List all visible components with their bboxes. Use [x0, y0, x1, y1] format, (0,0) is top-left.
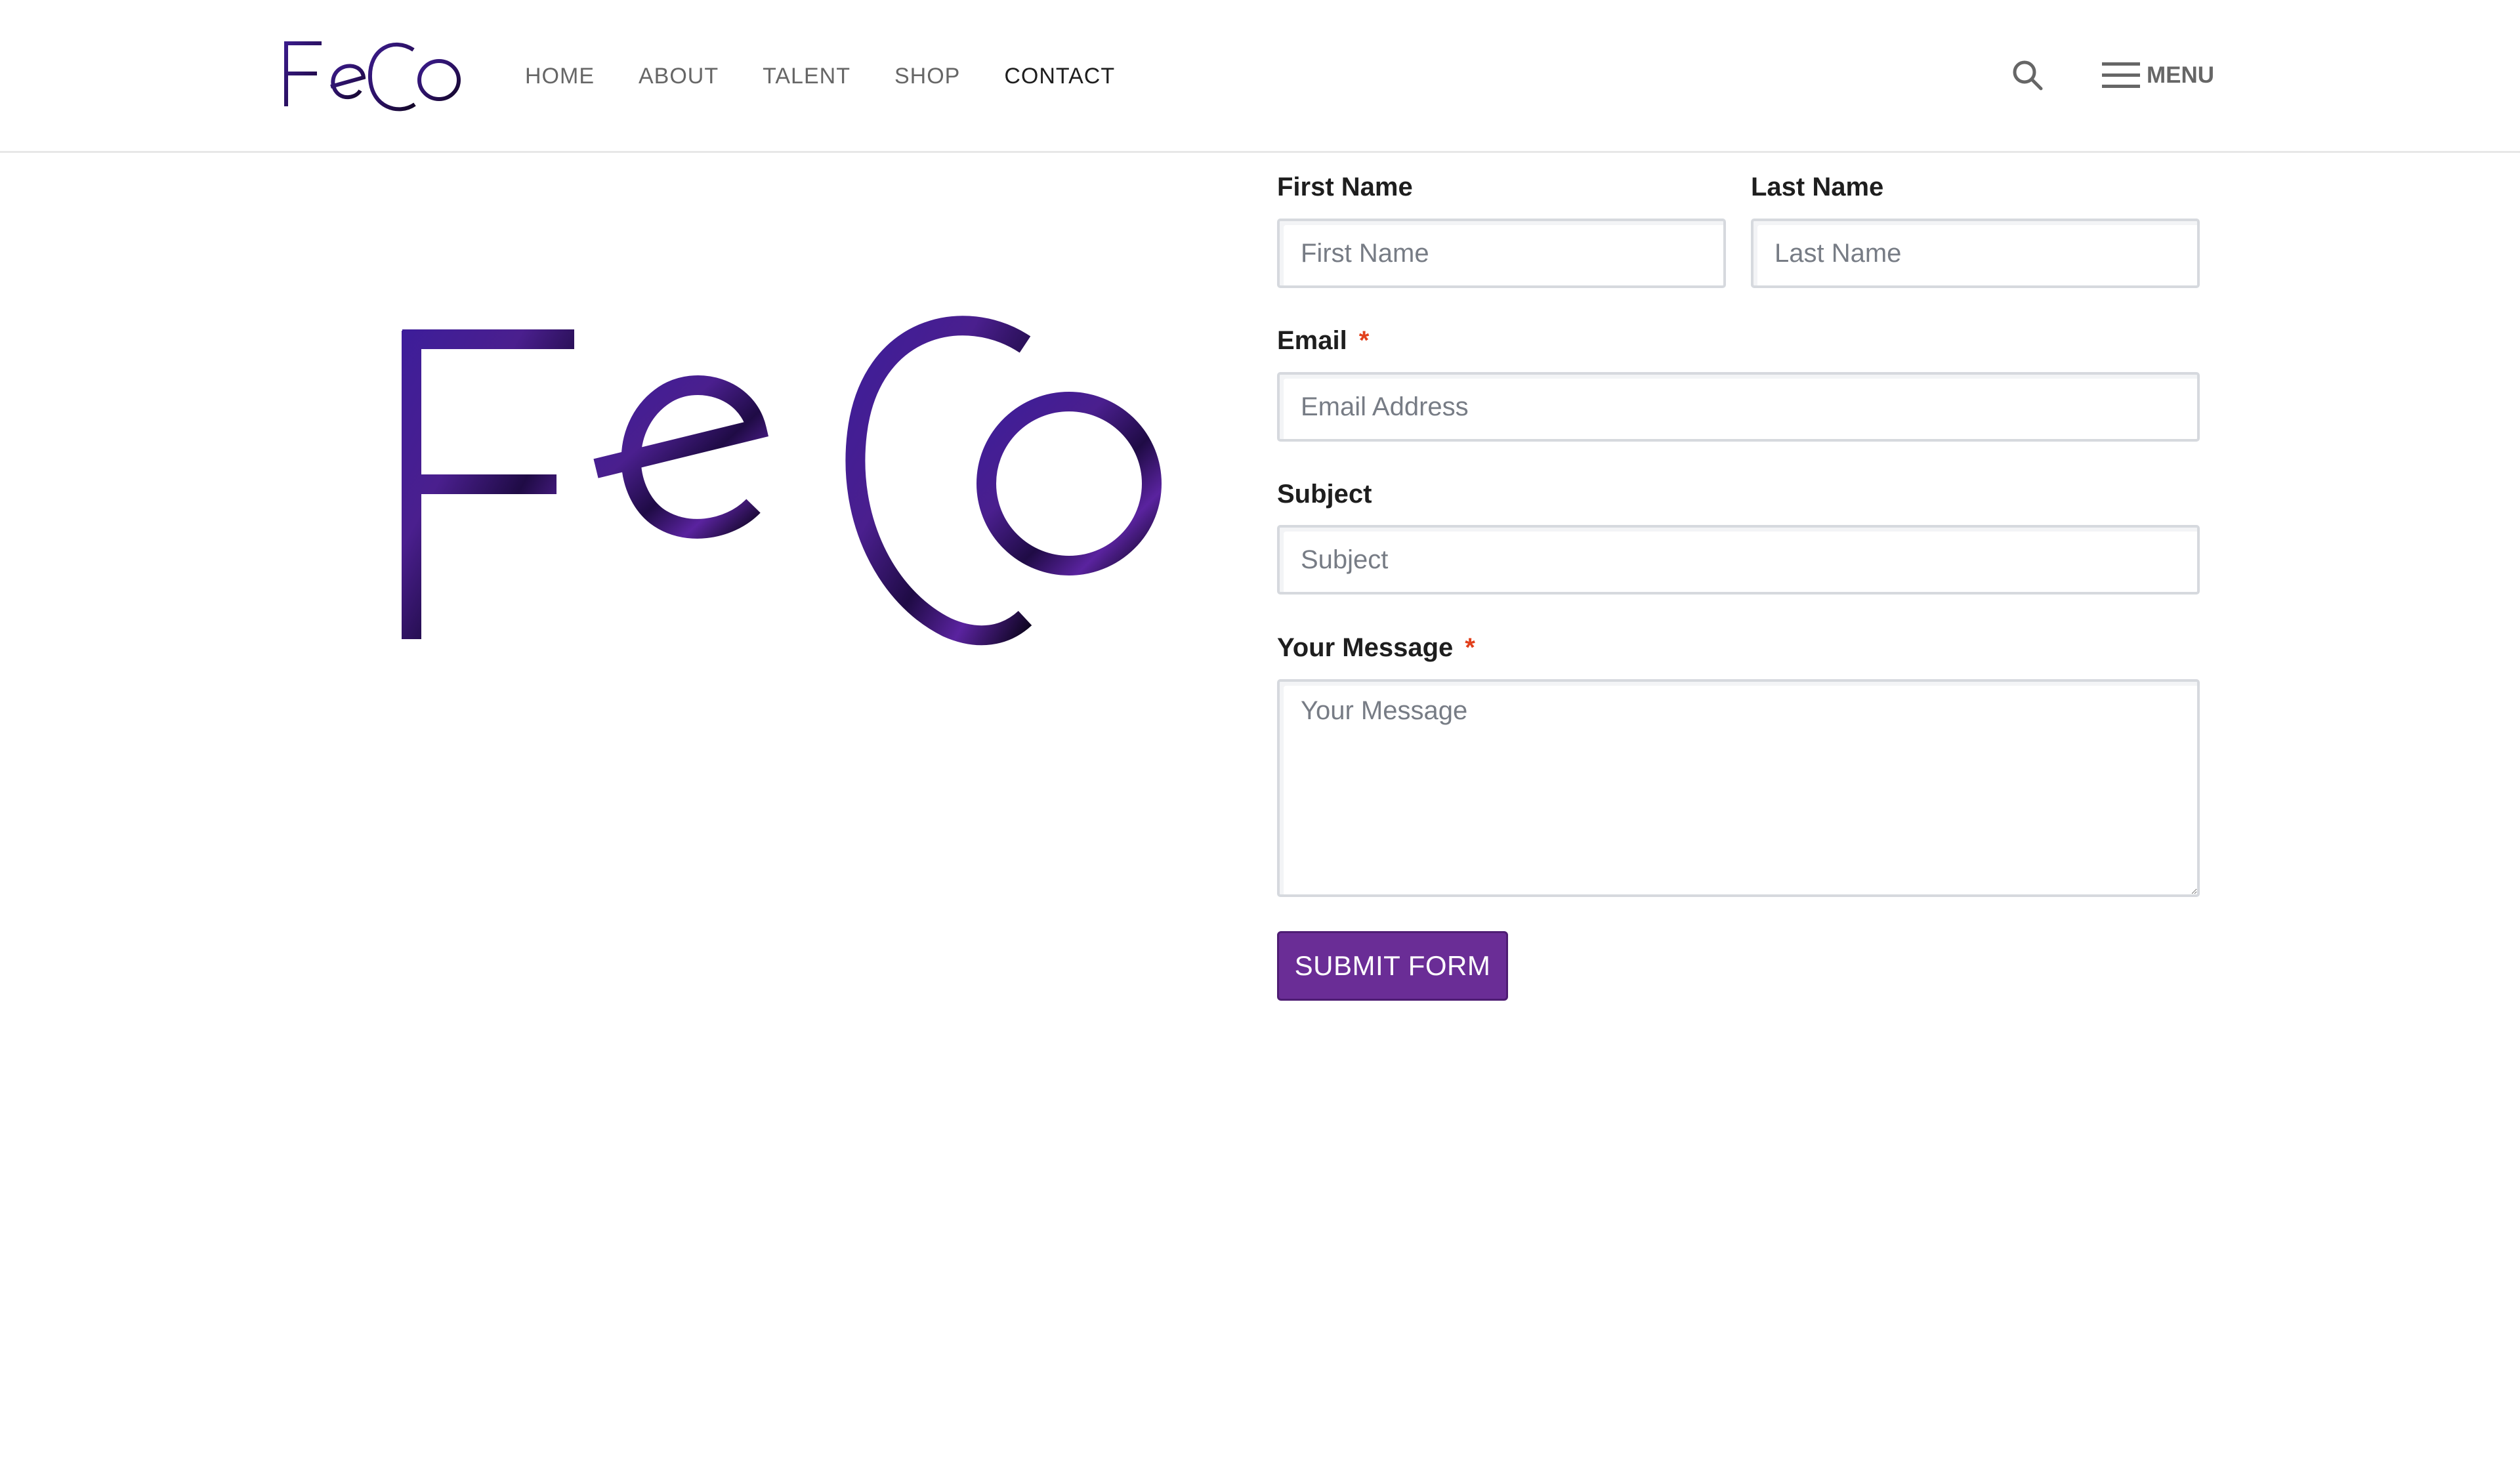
last-name-input[interactable]: [1751, 219, 2200, 288]
search-icon: [2013, 60, 2043, 91]
nav-shop-link[interactable]: SHOP: [894, 57, 960, 96]
nav-about-link[interactable]: ABOUT: [639, 57, 719, 96]
nav-contact-link[interactable]: CONTACT: [1004, 57, 1115, 96]
search-button[interactable]: [2008, 56, 2048, 95]
brand-logo-large: [402, 316, 1162, 646]
message-label: Your Message *: [1277, 633, 1475, 662]
submit-form-button[interactable]: SUBMIT FORM: [1277, 931, 1508, 1001]
last-name-label: Last Name: [1751, 173, 1884, 201]
nav-home-link[interactable]: HOME: [525, 57, 595, 96]
first-name-input[interactable]: [1277, 219, 1726, 288]
site-header: HOME ABOUT TALENT SHOP CONTACT MENU: [0, 0, 2520, 153]
message-required-marker: *: [1465, 633, 1475, 662]
first-name-label: First Name: [1277, 173, 1413, 201]
site-logo[interactable]: [281, 35, 465, 115]
subject-label: Subject: [1277, 480, 1372, 509]
email-input[interactable]: [1277, 372, 2200, 442]
subject-input[interactable]: [1277, 525, 2200, 595]
email-required-marker: *: [1358, 326, 1370, 355]
main-nav: HOME ABOUT TALENT SHOP CONTACT: [525, 0, 1159, 153]
hamburger-icon: [2102, 62, 2140, 88]
nav-talent-link[interactable]: TALENT: [763, 57, 850, 96]
email-label: Email *: [1277, 326, 1370, 355]
message-textarea[interactable]: [1277, 679, 2200, 897]
menu-label: MENU: [2147, 62, 2215, 88]
menu-button[interactable]: MENU: [2102, 55, 2214, 96]
